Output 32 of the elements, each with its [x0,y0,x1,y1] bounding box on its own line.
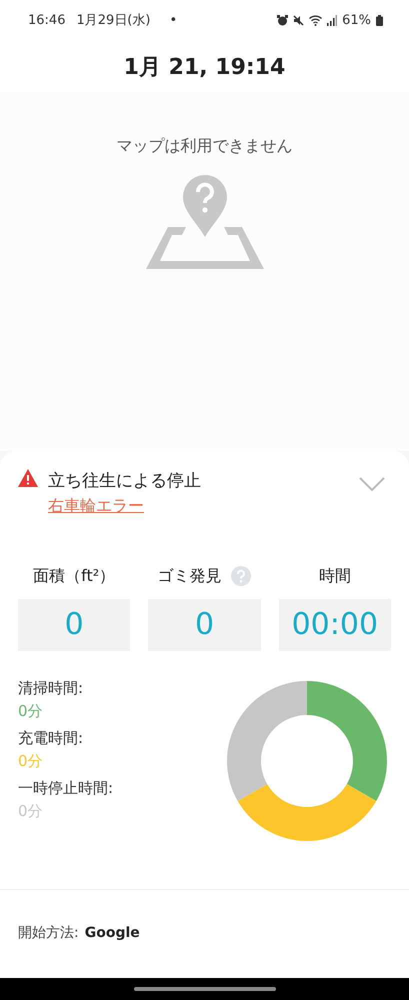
help-icon[interactable] [231,566,252,586]
error-link[interactable]: 右車輪エラー [48,496,144,517]
battery-icon [376,14,383,26]
map-question-icon [144,175,266,271]
warning-icon [18,469,38,487]
start-method-value: Google [84,925,140,941]
battery-percent: 61% [342,12,371,28]
stat-label: 時間 [318,566,351,586]
legend-label: 一時停止時間: [18,779,114,798]
map-unavailable-message: マップは利用できません [116,136,292,157]
signal-icon [327,14,338,26]
status-date: 1月29日(水) [76,12,150,29]
alarm-icon [277,14,288,26]
page-title: 1月 21, 19:14 [0,40,409,92]
wifi-icon [309,14,322,26]
alert-title: 立ち往生による停止 [48,470,202,492]
mute-icon [293,14,304,26]
legend-value: 0分 [18,702,44,721]
legend-label: 清掃時間: [18,679,84,698]
status-time: 16:46 [28,12,66,28]
home-handle[interactable] [134,987,276,991]
stat-value: 0 [18,599,130,651]
legend-label: 充電時間: [18,729,84,748]
stat-label: 面積（ft²） [33,566,116,586]
chevron-icon[interactable] [359,477,385,491]
stat-value: 00:00 [278,599,391,651]
start-method-label: 開始方法: [18,925,79,941]
stat-value: 0 [148,599,261,651]
stat-label: ゴミ発見 [157,566,222,586]
notification-dot: • [169,12,178,28]
legend-value: 0分 [18,752,44,771]
legend-value: 0分 [18,802,44,821]
